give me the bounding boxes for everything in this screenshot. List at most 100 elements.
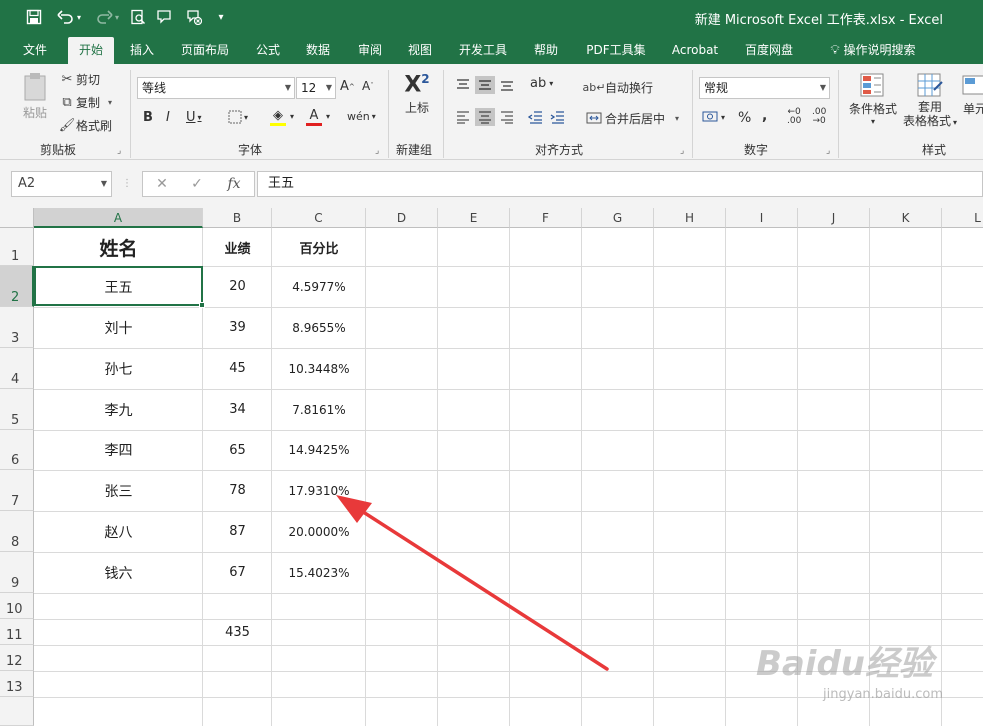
undo-icon[interactable]: ▾ bbox=[54, 7, 84, 27]
cell-b11[interactable]: 435 bbox=[203, 619, 272, 645]
cell-c1[interactable]: 百分比 bbox=[272, 228, 366, 266]
increase-indent-icon[interactable] bbox=[550, 110, 566, 124]
share-icon[interactable] bbox=[154, 7, 174, 27]
tab-home[interactable]: 开始 bbox=[68, 37, 114, 64]
remove-comment-icon[interactable] bbox=[184, 7, 204, 27]
row-header-1[interactable]: 1 bbox=[0, 228, 34, 266]
paste-button[interactable]: 粘贴 bbox=[18, 72, 52, 121]
underline-icon[interactable]: U ▾ bbox=[186, 110, 202, 125]
tab-view[interactable]: 视图 bbox=[398, 37, 442, 64]
cell-c2[interactable]: 4.5977% bbox=[272, 266, 366, 307]
font-color-dropdown-icon[interactable]: ▾ bbox=[326, 112, 330, 121]
enter-icon[interactable]: ✓ bbox=[187, 171, 207, 197]
comma-style-icon[interactable]: , bbox=[762, 108, 767, 124]
increase-decimal-icon[interactable]: ←0.00 bbox=[787, 108, 801, 126]
accounting-format-icon[interactable]: ▾ bbox=[702, 110, 725, 124]
customize-toolbar-icon[interactable]: ▾ bbox=[214, 7, 228, 27]
cell-b9[interactable]: 67 bbox=[203, 552, 272, 593]
decrease-decimal-icon[interactable]: .00 →0 bbox=[812, 108, 826, 126]
tab-file[interactable]: 文件 bbox=[12, 37, 58, 64]
column-header-k[interactable]: K bbox=[870, 208, 942, 228]
decrease-indent-icon[interactable] bbox=[528, 110, 544, 124]
tab-acrobat[interactable]: Acrobat bbox=[664, 37, 726, 64]
print-preview-icon[interactable] bbox=[128, 7, 148, 27]
cell-b2[interactable]: 20 bbox=[203, 266, 272, 307]
cell-c3[interactable]: 8.9655% bbox=[272, 307, 366, 348]
cell-a9[interactable]: 钱六 bbox=[34, 552, 203, 593]
tell-me-search[interactable]: 💡︎ 操作说明搜索 bbox=[818, 37, 928, 64]
row-header-5[interactable]: 5 bbox=[0, 389, 34, 430]
copy-button[interactable]: ⧉ 复制 ▾ bbox=[58, 93, 112, 111]
row-header-3[interactable]: 3 bbox=[0, 307, 34, 348]
align-bottom-icon[interactable] bbox=[499, 78, 515, 92]
column-header-d[interactable]: D bbox=[366, 208, 438, 228]
cell-b8[interactable]: 87 bbox=[203, 511, 272, 552]
tab-pdf-tools[interactable]: PDF工具集 bbox=[576, 37, 656, 64]
save-icon[interactable] bbox=[24, 7, 44, 27]
superscript-button[interactable]: X2 上标 bbox=[400, 72, 434, 116]
cell-b5[interactable]: 34 bbox=[203, 389, 272, 430]
cell-a1[interactable]: 姓名 bbox=[34, 228, 203, 266]
row-header-2[interactable]: 2 bbox=[0, 266, 34, 307]
tab-insert[interactable]: 插入 bbox=[120, 37, 164, 64]
align-left-icon[interactable] bbox=[455, 110, 471, 124]
row-header-7[interactable]: 7 bbox=[0, 470, 34, 511]
column-header-g[interactable]: G bbox=[582, 208, 654, 228]
align-middle-icon[interactable] bbox=[475, 76, 495, 94]
align-center-icon[interactable] bbox=[475, 108, 495, 126]
font-size-select[interactable]: 12 ▼ bbox=[296, 77, 336, 99]
row-header-12[interactable]: 12 bbox=[0, 645, 34, 671]
decrease-font-icon[interactable]: Aˇ bbox=[362, 79, 374, 93]
column-header-e[interactable]: E bbox=[438, 208, 510, 228]
merge-center-button[interactable]: 合并后居中 ▾ bbox=[585, 109, 679, 127]
cell-a3[interactable]: 刘十 bbox=[34, 307, 203, 348]
fill-color-dropdown-icon[interactable]: ▾ bbox=[290, 112, 294, 121]
format-as-table-button[interactable]: 套用 表格格式 ▾ bbox=[902, 72, 958, 130]
number-launcher-icon[interactable]: ⌟ bbox=[826, 146, 830, 156]
row-header-8[interactable]: 8 bbox=[0, 511, 34, 552]
column-header-f[interactable]: F bbox=[510, 208, 582, 228]
cell-b1[interactable]: 业绩 bbox=[203, 228, 272, 266]
cell-a4[interactable]: 孙七 bbox=[34, 348, 203, 389]
row-header-11[interactable]: 11 bbox=[0, 619, 34, 645]
merge-dropdown-icon[interactable]: ▾ bbox=[675, 114, 679, 123]
cell-c6[interactable]: 14.9425% bbox=[272, 430, 366, 470]
row-header-4[interactable]: 4 bbox=[0, 348, 34, 389]
row-header-9[interactable]: 9 bbox=[0, 552, 34, 593]
border-icon[interactable]: ▾ bbox=[228, 110, 248, 124]
tab-page-layout[interactable]: 页面布局 bbox=[172, 37, 238, 64]
align-top-icon[interactable] bbox=[455, 78, 471, 92]
formula-input[interactable]: 王五 bbox=[257, 171, 983, 197]
clipboard-launcher-icon[interactable]: ⌟ bbox=[117, 146, 121, 156]
row-header-13[interactable]: 13 bbox=[0, 671, 34, 697]
fill-color-icon[interactable]: ◈ bbox=[270, 108, 286, 126]
font-color-icon[interactable]: A bbox=[306, 108, 322, 126]
font-name-select[interactable]: 等线 ▼ bbox=[137, 77, 295, 99]
cancel-icon[interactable]: ✕ bbox=[152, 171, 172, 197]
cell-a5[interactable]: 李九 bbox=[34, 389, 203, 430]
alignment-launcher-icon[interactable]: ⌟ bbox=[680, 146, 684, 156]
row-header-10[interactable]: 10 bbox=[0, 593, 34, 619]
italic-icon[interactable]: I bbox=[166, 110, 170, 125]
bold-icon[interactable]: B bbox=[143, 110, 153, 125]
phonetic-icon[interactable]: wén ▾ bbox=[347, 110, 376, 123]
column-header-l[interactable]: L bbox=[942, 208, 983, 228]
cell-a6[interactable]: 李四 bbox=[34, 430, 203, 470]
cell-c8[interactable]: 20.0000% bbox=[272, 511, 366, 552]
percent-style-icon[interactable]: % bbox=[738, 110, 751, 126]
cell-b4[interactable]: 45 bbox=[203, 348, 272, 389]
select-all-corner[interactable] bbox=[0, 208, 34, 228]
increase-font-icon[interactable]: A ^ bbox=[340, 79, 355, 94]
tab-baidu-netdisk[interactable]: 百度网盘 bbox=[734, 37, 804, 64]
cell-b7[interactable]: 78 bbox=[203, 470, 272, 511]
align-right-icon[interactable] bbox=[499, 110, 515, 124]
conditional-formatting-button[interactable]: 条件格式 ▾ bbox=[846, 72, 900, 126]
cell-b3[interactable]: 39 bbox=[203, 307, 272, 348]
column-header-i[interactable]: I bbox=[726, 208, 798, 228]
column-header-a[interactable]: A bbox=[34, 208, 203, 228]
wrap-text-button[interactable]: ab↵ 自动换行 bbox=[583, 78, 653, 96]
number-format-select[interactable]: 常规 ▼ bbox=[699, 77, 830, 99]
column-header-b[interactable]: B bbox=[203, 208, 272, 228]
cut-button[interactable]: ✂ 剪切 bbox=[58, 70, 100, 88]
copy-dropdown-icon[interactable]: ▾ bbox=[108, 98, 112, 107]
